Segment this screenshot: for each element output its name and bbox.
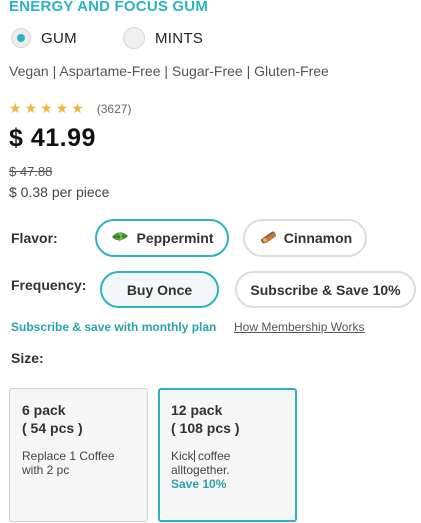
size-option-description: Kick coffee alltogether. <box>171 449 284 477</box>
product-title: ENERGY AND FOCUS GUM <box>9 0 209 15</box>
price-per-piece: $ 0.38 per piece <box>9 184 110 200</box>
review-count[interactable]: (3627) <box>97 102 132 116</box>
size-option-title: 6 pack <box>22 402 66 418</box>
mint-leaf-icon <box>110 230 130 247</box>
flavor-option-label: Cinnamon <box>283 230 353 246</box>
size-option-description: Replace 1 Coffee with 2 pc <box>22 449 115 477</box>
flavor-label: Flavor: <box>11 230 58 246</box>
size-option-12-pack[interactable]: 12 pack ( 108 pcs ) Kick coffee alltoget… <box>158 388 297 522</box>
product-rating[interactable]: ★★★★★ (3627) <box>9 100 131 117</box>
size-label: Size: <box>11 350 44 366</box>
flavor-option-peppermint[interactable]: Peppermint <box>95 219 229 257</box>
how-membership-works-link[interactable]: How Membership Works <box>234 320 364 334</box>
rating-stars: ★★★★★ <box>9 100 87 116</box>
subscribe-info-text: Subscribe & save with monthly plan <box>11 320 217 334</box>
cinnamon-stick-icon <box>258 228 278 249</box>
description-text-start: Kick <box>171 449 194 463</box>
frequency-option-label: Buy Once <box>126 281 193 298</box>
size-option-6-pack[interactable]: 6 pack ( 54 pcs ) Replace 1 Coffee with … <box>9 388 148 522</box>
product-attributes: Vegan | Aspartame-Free | Sugar-Free | Gl… <box>9 63 329 79</box>
type-option-mints[interactable]: MINTS <box>123 27 203 49</box>
type-option-label: GUM <box>41 29 77 47</box>
frequency-option-label: Subscribe & Save 10% <box>250 281 401 298</box>
frequency-option-subscribe[interactable]: Subscribe & Save 10% <box>235 271 416 308</box>
type-option-gum[interactable]: GUM <box>11 28 77 48</box>
frequency-option-buy-once[interactable]: Buy Once <box>100 271 219 308</box>
size-option-savings: Save 10% <box>171 477 227 491</box>
mints-radio[interactable] <box>123 27 145 49</box>
type-option-label: MINTS <box>155 29 204 47</box>
flavor-option-label: Peppermint <box>136 230 214 246</box>
size-option-title: 12 pack <box>171 402 223 418</box>
compare-at-price: $ 47.88 <box>9 164 53 179</box>
size-option-count: ( 54 pcs ) <box>22 420 83 436</box>
gum-radio[interactable] <box>11 28 31 48</box>
price: $ 41.99 <box>9 124 96 152</box>
size-option-count: ( 108 pcs ) <box>171 420 240 436</box>
radio-selected-dot <box>17 34 25 42</box>
frequency-label: Frequency: <box>11 277 87 293</box>
flavor-option-cinnamon[interactable]: Cinnamon <box>243 219 367 257</box>
